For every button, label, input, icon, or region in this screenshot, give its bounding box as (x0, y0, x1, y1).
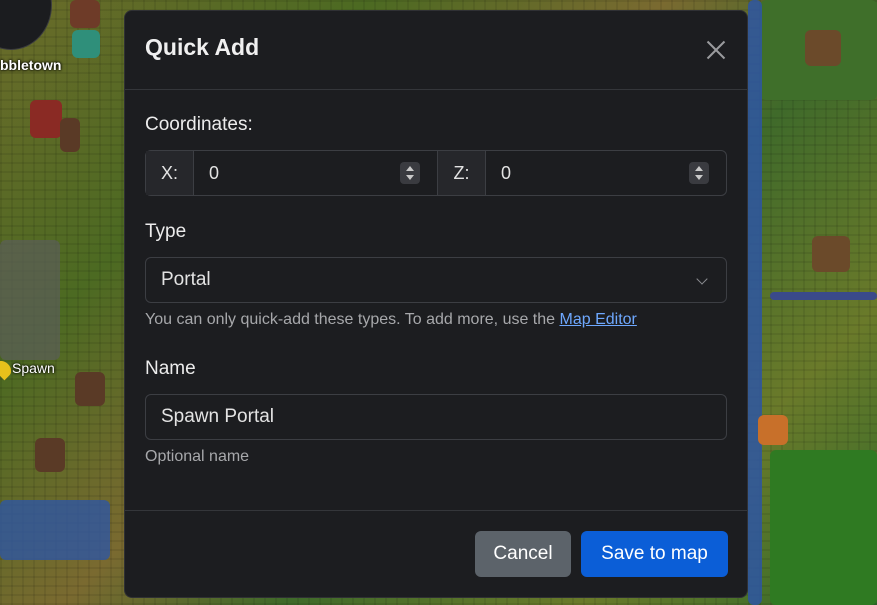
map-label-spawn[interactable]: Spawn (12, 360, 55, 376)
name-input-value: Spawn Portal (161, 406, 275, 427)
name-label: Name (145, 358, 196, 379)
x-axis-label: X: (146, 151, 194, 195)
x-coordinate-value: 0 (209, 162, 220, 183)
name-help-text: Optional name (145, 448, 250, 465)
map-building (35, 438, 65, 472)
close-icon[interactable] (704, 38, 728, 62)
map-building (30, 100, 62, 138)
chevron-down-icon (696, 273, 708, 285)
cancel-button[interactable]: Cancel (475, 531, 571, 577)
map-stone-area (0, 240, 60, 360)
modal-header: Quick Add (125, 11, 747, 90)
coordinates-input-group: X: 0 Z: 0 (145, 150, 727, 196)
z-axis-label: Z: (437, 151, 486, 195)
map-building (758, 415, 788, 445)
type-help-text: You can only quick-add these types. To a… (145, 311, 637, 329)
z-spinner-icon[interactable] (689, 162, 709, 184)
type-help-prefix: You can only quick-add these types. To a… (145, 311, 560, 328)
type-selected-value: Portal (161, 269, 211, 290)
map-road (770, 292, 877, 300)
z-coordinate-value: 0 (501, 162, 512, 183)
map-building (812, 236, 850, 272)
map-river (748, 0, 762, 605)
modal-title: Quick Add (145, 34, 260, 60)
map-building (805, 30, 841, 66)
quick-add-modal: Quick Add Coordinates: X: 0 Z: 0 Type Po… (124, 10, 748, 598)
save-to-map-button[interactable]: Save to map (581, 531, 728, 577)
map-forest (770, 450, 877, 605)
map-editor-link[interactable]: Map Editor (560, 311, 637, 328)
map-building (70, 0, 100, 28)
map-corner-control[interactable] (0, 0, 52, 50)
coordinates-label: Coordinates: (145, 114, 253, 135)
type-label: Type (145, 221, 187, 242)
map-water (0, 500, 110, 560)
map-label-town[interactable]: bbletown (0, 57, 61, 73)
type-select[interactable]: Portal (145, 257, 727, 303)
map-building (72, 30, 100, 58)
x-spinner-icon[interactable] (400, 162, 420, 184)
modal-footer: Cancel Save to map (125, 510, 747, 598)
map-building (60, 118, 80, 152)
name-input[interactable]: Spawn Portal (145, 394, 727, 440)
map-building (75, 372, 105, 406)
